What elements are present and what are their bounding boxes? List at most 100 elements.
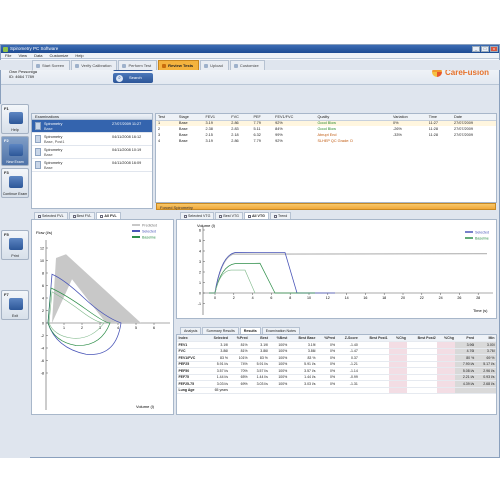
function-key: F7 — [4, 292, 9, 297]
minimize-button[interactable]: _ — [472, 46, 480, 52]
table-row[interactable]: 4 Base 3.19 2.86 7.79 92% SLHEP QC Grade: D — [156, 138, 496, 144]
table-cell: Base — [178, 139, 188, 143]
x-tick-label: 18 — [382, 296, 386, 300]
exit-button[interactable]: F7 Exit — [1, 290, 29, 320]
start-icon — [36, 64, 40, 68]
table-cell — [269, 387, 289, 394]
x-tick-label: 12 — [326, 296, 330, 300]
list-item[interactable]: Spirometry Base, Post1 04/11/2008 16:12 — [32, 133, 152, 146]
checkbox-icon — [100, 214, 104, 218]
tab-all-vtg[interactable]: All VTG — [243, 212, 269, 219]
function-key: F5 — [4, 232, 9, 237]
list-item[interactable]: Spirometry Base 04/11/2008 16:09 — [32, 159, 152, 172]
exam-stage: Base — [44, 166, 53, 170]
tab-perform-test[interactable]: Perform Test — [118, 60, 158, 70]
volume-time-chart: Volume (l) 6 5 4 3 2 1 0 -1 0 2 4 6 8 10 12 14 16 18 20 22 24… — [176, 219, 497, 319]
button-label: Continue Exam — [2, 192, 28, 196]
table-cell: 92% — [275, 139, 283, 143]
legend-label: Selected — [475, 230, 489, 234]
maximize-button[interactable]: □ — [481, 46, 489, 52]
list-item[interactable]: Spirometry Base 04/11/2008 10:19 — [32, 146, 152, 159]
x-tick-label: 14 — [345, 296, 349, 300]
title-bar: Spirometry PC Software _ □ x — [1, 45, 499, 53]
list-item[interactable]: Spirometry Base 27/07/2009 11:27 — [32, 120, 152, 133]
baseline-curve — [209, 262, 315, 294]
tab-analysis[interactable]: Analysis — [180, 327, 202, 334]
tab-customize[interactable]: Customize — [229, 60, 265, 70]
x-tick-label: 2 — [81, 326, 83, 330]
checkbox-icon — [247, 214, 251, 218]
tab-upload[interactable]: Upload — [200, 60, 229, 70]
y-tick-label: 5 — [199, 239, 201, 243]
tab-verify-calibration[interactable]: Verify Calibration — [71, 60, 118, 70]
table-cell — [437, 387, 456, 394]
x-tick-label: 26 — [457, 296, 461, 300]
y-tick-label: -4 — [41, 346, 44, 350]
tab-selected-vtg[interactable]: Selected VTG — [180, 212, 215, 219]
function-key: F1 — [4, 106, 9, 111]
button-label: New Exam — [6, 160, 24, 164]
x-tick-label: 4 — [117, 326, 119, 330]
help-button[interactable]: F1 Help — [1, 104, 29, 134]
button-label: Help — [11, 128, 19, 132]
tab-label: Upload — [210, 63, 223, 68]
table-cell: 3.19 — [205, 139, 213, 143]
new-exam-button[interactable]: F2 New Exam — [1, 136, 29, 166]
menu-customize[interactable]: Customize — [50, 53, 69, 58]
tab-start-screen[interactable]: Start Screen — [32, 60, 71, 70]
tab-label: Trend — [277, 214, 288, 218]
x-tick-label: 20 — [401, 296, 405, 300]
app-icon — [3, 46, 8, 52]
search-patient-button[interactable]: ⌕ Search — [113, 73, 153, 83]
spirometry-icon — [35, 148, 41, 156]
tab-summary-results[interactable]: Summary Results — [202, 327, 239, 334]
tab-best-fvl[interactable]: Best FVL — [68, 212, 96, 219]
table-cell: SLHEP QC Grade: D — [317, 139, 354, 143]
tab-review-tests[interactable]: Review Tests — [158, 60, 200, 70]
y-tick-label: 10 — [40, 259, 44, 263]
button-label: Print — [11, 254, 19, 258]
customize-icon — [233, 64, 238, 68]
exam-date: 04/11/2008 16:12 — [112, 135, 142, 139]
y-axis-label: Volume (l) — [197, 223, 216, 228]
predicted-area — [52, 254, 141, 323]
table-cell — [249, 387, 270, 394]
forced-spirometry-bar: Forced Spirometry — [156, 203, 496, 210]
x-tick-label: 1 — [63, 326, 65, 330]
calibration-icon — [75, 64, 80, 68]
tab-label: Summary Results — [206, 329, 235, 333]
menu-data[interactable]: Data — [34, 53, 42, 58]
continue-exam-button[interactable]: F3 Continue Exam — [1, 168, 29, 198]
tab-best-vtg[interactable]: Best VTG — [215, 212, 243, 219]
y-axis-label: Flow (l/s) — [36, 230, 53, 235]
tab-all-fvl[interactable]: All FVL — [96, 212, 121, 219]
menu-help[interactable]: Help — [75, 53, 83, 58]
tab-trend[interactable]: Trend — [269, 212, 292, 219]
tab-label: Examination Notes — [265, 329, 296, 333]
table-row[interactable]: Lung Age 65 years — [177, 387, 496, 394]
close-button[interactable]: x — [490, 46, 498, 52]
exam-date: 04/11/2008 16:09 — [112, 161, 142, 165]
tab-label: Analysis — [184, 329, 198, 333]
table-cell: 7.79 — [253, 139, 261, 143]
table-cell: 2.86 — [231, 139, 239, 143]
x-tick-label: 6 — [153, 326, 155, 330]
table-cell — [455, 387, 476, 394]
print-button[interactable]: F5 Print — [1, 230, 29, 260]
x-tick-label: 8 — [289, 296, 291, 300]
upload-icon — [204, 64, 209, 68]
tab-label: Best VTG — [223, 214, 239, 218]
tab-examination-notes[interactable]: Examination Notes — [261, 327, 300, 334]
tab-selected-fvl[interactable]: Selected FVL — [34, 212, 68, 219]
x-tick-label: 2 — [233, 296, 235, 300]
table-cell — [359, 387, 390, 394]
tab-results[interactable]: Results — [239, 327, 261, 334]
exam-title: Spirometry — [44, 135, 63, 139]
menu-file[interactable]: File — [5, 53, 11, 58]
menu-view[interactable]: View — [18, 53, 27, 58]
x-tick-label: 24 — [439, 296, 443, 300]
results-panel: Index Selected %Pred Best %Best Best Base %Pre… — [176, 334, 497, 415]
flow-volume-chart: Flow (l/s) 12 10 8 6 4 2 0 -2 -4 -6 -8 1 2 3 4 5 6 Volume … — [31, 219, 174, 415]
checkbox-icon — [273, 214, 277, 218]
search-icon: ⌕ — [116, 74, 123, 82]
